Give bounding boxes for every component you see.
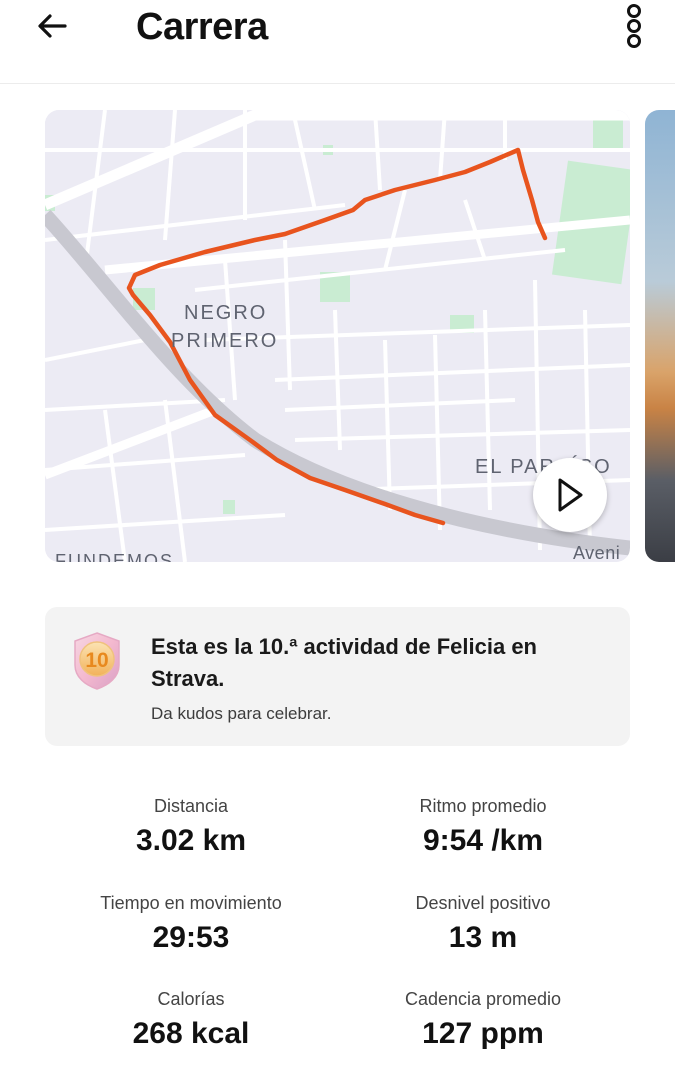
milestone-title: Esta es la 10.ª actividad de Felicia en …	[151, 634, 537, 691]
milestone-subtitle: Da kudos para celebrar.	[151, 704, 332, 723]
top-app-bar: Carrera	[0, 0, 675, 84]
back-button[interactable]	[30, 4, 74, 48]
stat-elevation-gain: Desnivel positivo 13 m	[333, 892, 633, 956]
stat-label: Distancia	[153, 796, 229, 816]
media-carousel[interactable]: NEGRO PRIMERO EL PARAÍSO FUNDEMOS Aveni	[0, 110, 675, 562]
stat-moving-time: Tiempo en movimiento 29:53	[41, 892, 341, 956]
activity-photo-thumbnail[interactable]	[645, 110, 675, 562]
stat-value: 268 kcal	[132, 1017, 250, 1050]
play-flyover-button[interactable]	[533, 458, 607, 532]
stat-value: 9:54 /km	[422, 824, 544, 857]
page-title: Carrera	[136, 6, 268, 48]
stat-avg-pace: Ritmo promedio 9:54 /km	[333, 795, 633, 859]
stat-label: Calorías	[157, 989, 225, 1009]
stat-avg-cadence: Cadencia promedio 127 ppm	[333, 988, 633, 1052]
route-map[interactable]: NEGRO PRIMERO EL PARAÍSO FUNDEMOS Aveni	[45, 110, 630, 562]
milestone-badge-icon: 10	[71, 631, 123, 691]
stat-label: Cadencia promedio	[404, 989, 562, 1009]
map-label-fundemos: FUNDEMOS	[55, 551, 174, 562]
stat-calories: Calorías 268 kcal	[41, 988, 341, 1052]
play-icon	[558, 478, 583, 512]
stat-value: 29:53	[152, 921, 230, 954]
stat-label: Ritmo promedio	[419, 796, 547, 816]
stat-label: Desnivel positivo	[415, 893, 551, 913]
stat-value: 127 ppm	[422, 1017, 544, 1050]
map-label-primero: PRIMERO	[171, 330, 279, 352]
milestone-card[interactable]: 10 Esta es la 10.ª actividad de Felicia …	[45, 607, 630, 746]
stat-value: 13 m	[448, 921, 518, 954]
map-label-negro: NEGRO	[184, 302, 268, 324]
stat-value: 3.02 km	[135, 824, 247, 857]
map-label-avenida: Aveni	[573, 543, 621, 562]
arrow-left-icon	[38, 14, 67, 38]
more-vertical-icon	[627, 4, 641, 48]
stat-distance: Distancia 3.02 km	[41, 795, 341, 859]
stat-label: Tiempo en movimiento	[100, 893, 282, 913]
svg-text:10: 10	[85, 649, 108, 672]
more-options-button[interactable]	[612, 0, 656, 52]
